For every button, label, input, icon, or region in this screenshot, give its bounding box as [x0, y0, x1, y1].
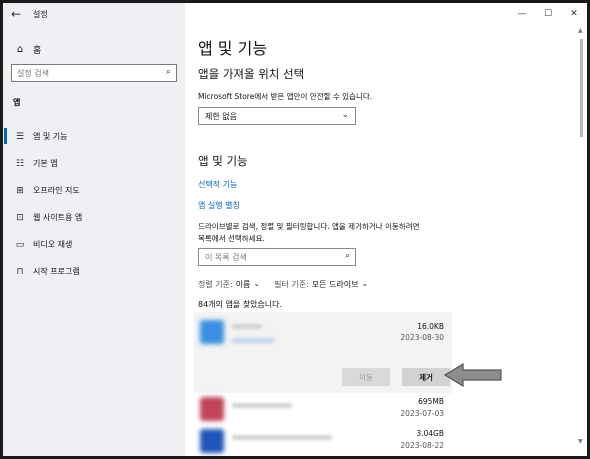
optional-features-link[interactable]: 선택적 기능	[198, 179, 237, 190]
close-button[interactable]: ✕	[561, 3, 587, 25]
maximize-button[interactable]: ☐	[535, 3, 561, 25]
main-content: — ☐ ✕ 앱 및 기능 앱을 가져올 위치 선택 Microsoft Stor…	[185, 3, 587, 456]
sidebar-item-startup[interactable]: ⊓ 시작 프로그램	[3, 258, 185, 285]
sort-dropdown[interactable]: 정렬 기준: 이름 ⌄	[198, 279, 260, 290]
filter-value: 모든 드라이브	[311, 280, 359, 289]
scroll-up-icon[interactable]: ▲	[578, 27, 583, 34]
chevron-down-icon: ⌄	[253, 279, 261, 288]
window-controls: — ☐ ✕	[509, 3, 587, 25]
window-title: 설정	[33, 9, 48, 19]
settings-window: ← 설정 ⌂ 홈 설정 검색 ⌕ 앱 ☰ 앱 및 기능 ☷ 기본 앱 ⊞ 오프라…	[3, 3, 587, 456]
map-icon: ⊞	[16, 185, 24, 196]
annotation-arrow-icon	[443, 362, 502, 388]
search-placeholder: 설정 검색	[17, 68, 49, 78]
minimize-button[interactable]: —	[509, 3, 535, 25]
sidebar-item-label: 오프라인 지도	[33, 186, 80, 195]
sidebar-item-label: 기본 앱	[33, 159, 58, 168]
sidebar-item-label: 앱 및 기능	[33, 132, 68, 141]
home-icon: ⌂	[16, 43, 24, 55]
apps-description-line1: 드라이브별로 검색, 정렬 및 필터링합니다. 앱을 제거하거나 이동하려면	[198, 222, 420, 231]
apps-description-line2: 목록에서 선택하세요.	[198, 234, 265, 243]
app-install-date: 2023-08-22	[400, 441, 444, 450]
app-name-blurred	[232, 435, 332, 440]
filter-dropdown[interactable]: 필터 기준: 모든 드라이브 ⌄	[274, 279, 368, 290]
title-bar: ← 설정	[3, 3, 185, 25]
install-source-dropdown[interactable]: 제한 없음 ⌄	[198, 107, 356, 125]
app-icon	[200, 429, 224, 453]
app-publisher-blurred	[232, 338, 274, 343]
app-install-date: 2023-08-30	[400, 333, 444, 342]
startup-icon: ⊓	[16, 266, 24, 277]
scroll-down-icon[interactable]: ▼	[578, 438, 583, 445]
chevron-down-icon: ⌄	[341, 110, 349, 120]
app-size: 695MB	[418, 397, 444, 406]
apps-features-heading: 앱 및 기능	[198, 154, 248, 168]
vertical-scrollbar[interactable]: ▲ ▼	[578, 27, 585, 445]
home-nav-item[interactable]: ⌂ 홈	[3, 39, 185, 59]
app-count-text: 84개의 앱을 찾았습니다.	[198, 300, 283, 309]
list-icon: ☰	[15, 131, 25, 142]
move-button[interactable]: 이동	[342, 368, 390, 386]
sidebar-item-label: 비디오 재생	[33, 240, 73, 249]
sidebar-item-web-apps[interactable]: ⊡ 웹 사이트용 앱	[3, 204, 185, 231]
home-label: 홈	[33, 45, 42, 56]
settings-search-input[interactable]: 설정 검색 ⌕	[11, 64, 177, 82]
app-size: 3.04GB	[416, 429, 444, 438]
sidebar-item-label: 시작 프로그램	[33, 267, 80, 276]
sidebar-nav: ☰ 앱 및 기능 ☷ 기본 앱 ⊞ 오프라인 지도 ⊡ 웹 사이트용 앱 ▭ 비…	[3, 123, 185, 285]
app-list-item[interactable]: 3.04GB 2023-08-22	[194, 427, 452, 456]
app-list-search-input[interactable]: 이 목록 검색 ⌕	[198, 248, 356, 266]
scrollbar-thumb[interactable]	[580, 39, 583, 137]
filter-label: 필터 기준:	[274, 280, 309, 289]
install-source-heading: 앱을 가져올 위치 선택	[198, 67, 305, 81]
back-arrow-icon: ←	[10, 7, 22, 21]
app-list-item-selected[interactable]: 16.0KB 2023-08-30 이동 제거	[194, 312, 452, 393]
search-icon: ⌕	[344, 251, 350, 261]
screenshot-frame: ← 설정 ⌂ 홈 설정 검색 ⌕ 앱 ☰ 앱 및 기능 ☷ 기본 앱 ⊞ 오프라…	[0, 0, 590, 459]
app-icon	[200, 397, 224, 421]
web-apps-icon: ⊡	[16, 212, 24, 223]
app-name-blurred	[232, 324, 262, 329]
app-list-item[interactable]: 695MB 2023-07-03	[194, 395, 452, 425]
back-button[interactable]: ←	[3, 3, 29, 25]
sidebar: ← 설정 ⌂ 홈 설정 검색 ⌕ 앱 ☰ 앱 및 기능 ☷ 기본 앱 ⊞ 오프라…	[3, 3, 185, 456]
section-label-apps: 앱	[13, 98, 21, 107]
app-execution-aliases-link[interactable]: 앱 실행 별칭	[198, 200, 240, 211]
search-placeholder: 이 목록 검색	[205, 252, 247, 262]
sort-filter-row: 정렬 기준: 이름 ⌄ 필터 기준: 모든 드라이브 ⌄	[198, 279, 368, 290]
search-icon: ⌕	[165, 67, 171, 77]
sort-value: 이름	[235, 280, 251, 289]
sort-label: 정렬 기준:	[198, 280, 233, 289]
dropdown-value: 제한 없음	[205, 111, 237, 121]
sidebar-item-offline-maps[interactable]: ⊞ 오프라인 지도	[3, 177, 185, 204]
app-name-blurred	[232, 403, 292, 408]
page-title: 앱 및 기능	[198, 39, 268, 58]
app-size: 16.0KB	[417, 322, 444, 331]
app-icon	[200, 320, 224, 344]
install-source-description: Microsoft Store에서 받은 앱만이 안전할 수 있습니다.	[198, 92, 373, 101]
default-apps-icon: ☷	[15, 158, 25, 169]
app-install-date: 2023-07-03	[400, 409, 444, 418]
video-icon: ▭	[15, 239, 25, 250]
sidebar-item-label: 웹 사이트용 앱	[33, 213, 83, 222]
chevron-down-icon: ⌄	[361, 279, 369, 288]
sidebar-item-default-apps[interactable]: ☷ 기본 앱	[3, 150, 185, 177]
sidebar-item-apps-features[interactable]: ☰ 앱 및 기능	[3, 123, 185, 150]
sidebar-item-video-playback[interactable]: ▭ 비디오 재생	[3, 231, 185, 258]
